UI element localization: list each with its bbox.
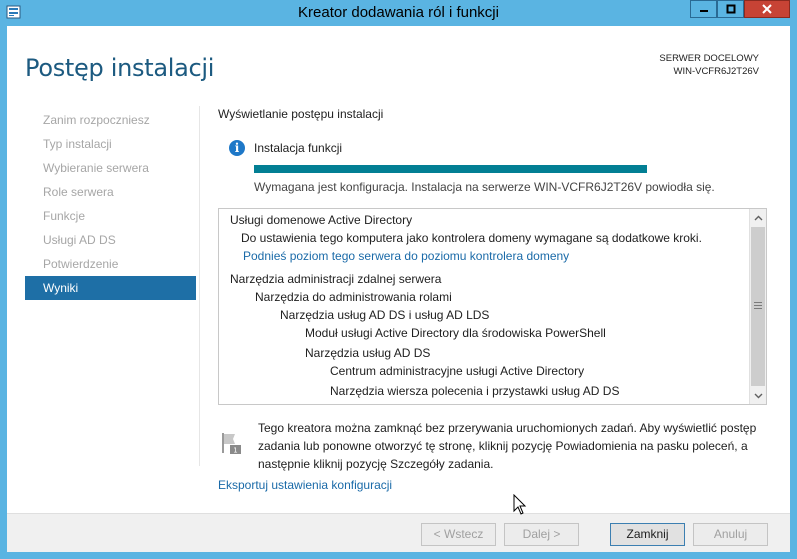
nav-item-server-selection[interactable]: Wybieranie serwera <box>25 156 196 180</box>
results-scrollbar[interactable] <box>749 209 766 404</box>
result-line: Narzędzia wiersza polecenia i przystawki… <box>330 384 620 398</box>
close-button[interactable]: Zamknij <box>610 523 685 546</box>
nav-item-features[interactable]: Funkcje <box>25 204 196 228</box>
results-list[interactable]: Usługi domenowe Active Directory Do usta… <box>218 208 767 405</box>
result-line: Narzędzia usług AD DS <box>305 346 431 360</box>
info-icon: i <box>229 140 245 156</box>
cancel-button[interactable]: Anuluj <box>693 523 768 546</box>
nav-item-confirmation[interactable]: Potwierdzenie <box>25 252 196 276</box>
nav-item-results[interactable]: Wyniki <box>25 276 196 300</box>
svg-text:1: 1 <box>233 447 237 455</box>
title-bar[interactable]: Kreator dodawania ról i funkcji <box>0 0 797 26</box>
mouse-cursor-icon <box>513 494 527 515</box>
result-line: Narzędzia do administrowania rolami <box>255 290 452 304</box>
minimize-icon <box>699 10 708 12</box>
nav-item-ad-ds[interactable]: Usługi AD DS <box>25 228 196 252</box>
scroll-thumb[interactable] <box>751 227 765 386</box>
wizard-content: Postęp instalacji SERWER DOCELOWY WIN-VC… <box>7 26 790 552</box>
minimize-button[interactable] <box>690 0 717 18</box>
grip-icon <box>754 302 762 309</box>
destination-server-name: WIN-VCFR6J2T26V <box>673 66 759 77</box>
scroll-down-button[interactable] <box>750 387 766 404</box>
result-line: Narzędzia administracji zdalnej serwera <box>230 272 442 286</box>
result-line: Do ustawienia tego komputera jako kontro… <box>241 231 702 245</box>
destination-server-label: SERWER DOCELOWY <box>659 53 759 64</box>
maximize-button[interactable] <box>717 0 744 18</box>
maximize-icon <box>726 4 735 14</box>
section-header: Wyświetlanie postępu instalacji <box>218 107 384 121</box>
close-icon <box>762 4 772 14</box>
window-title: Kreator dodawania ról i funkcji <box>298 4 499 21</box>
export-config-link[interactable]: Eksportuj ustawienia konfiguracji <box>218 478 392 492</box>
chevron-up-icon <box>754 215 762 220</box>
page-title: Postęp instalacji <box>25 54 215 82</box>
wizard-footer: < Wstecz Dalej > Zamknij Anuluj <box>7 513 790 552</box>
nav-item-installation-type[interactable]: Typ instalacji <box>25 132 196 156</box>
close-window-button[interactable] <box>744 0 790 18</box>
installation-progress-bar <box>254 165 647 173</box>
nav-divider <box>199 106 200 466</box>
chevron-down-icon <box>754 393 762 398</box>
progress-fill <box>254 165 647 173</box>
nav-item-server-roles[interactable]: Role serwera <box>25 180 196 204</box>
status-label: Instalacja funkcji <box>254 141 343 155</box>
nav-item-before-you-begin[interactable]: Zanim rozpoczniesz <box>25 108 196 132</box>
scroll-up-button[interactable] <box>750 209 766 226</box>
result-line: Moduł usługi Active Directory dla środow… <box>305 326 606 340</box>
promote-dc-link[interactable]: Podnieś poziom tego serwera do poziomu k… <box>243 249 569 263</box>
result-line: Narzędzia usług AD DS i usług AD LDS <box>280 308 490 322</box>
close-wizard-note: Tego kreatora można zamknąć bez przerywa… <box>258 421 757 471</box>
back-button[interactable]: < Wstecz <box>421 523 496 546</box>
next-button[interactable]: Dalej > <box>504 523 579 546</box>
result-line: Centrum administracyjne usługi Active Di… <box>330 364 585 378</box>
destination-server: SERWER DOCELOWY WIN-VCFR6J2T26V <box>659 52 759 78</box>
wizard-steps-nav: Zanim rozpoczniesz Typ instalacji Wybier… <box>25 108 196 300</box>
wizard-window: Kreator dodawania ról i funkcji Postęp i… <box>0 0 797 559</box>
task-flag-icon: 1 <box>222 433 241 455</box>
progress-message: Wymagana jest konfiguracja. Instalacja n… <box>254 180 715 194</box>
result-line: Usługi domenowe Active Directory <box>230 213 413 227</box>
